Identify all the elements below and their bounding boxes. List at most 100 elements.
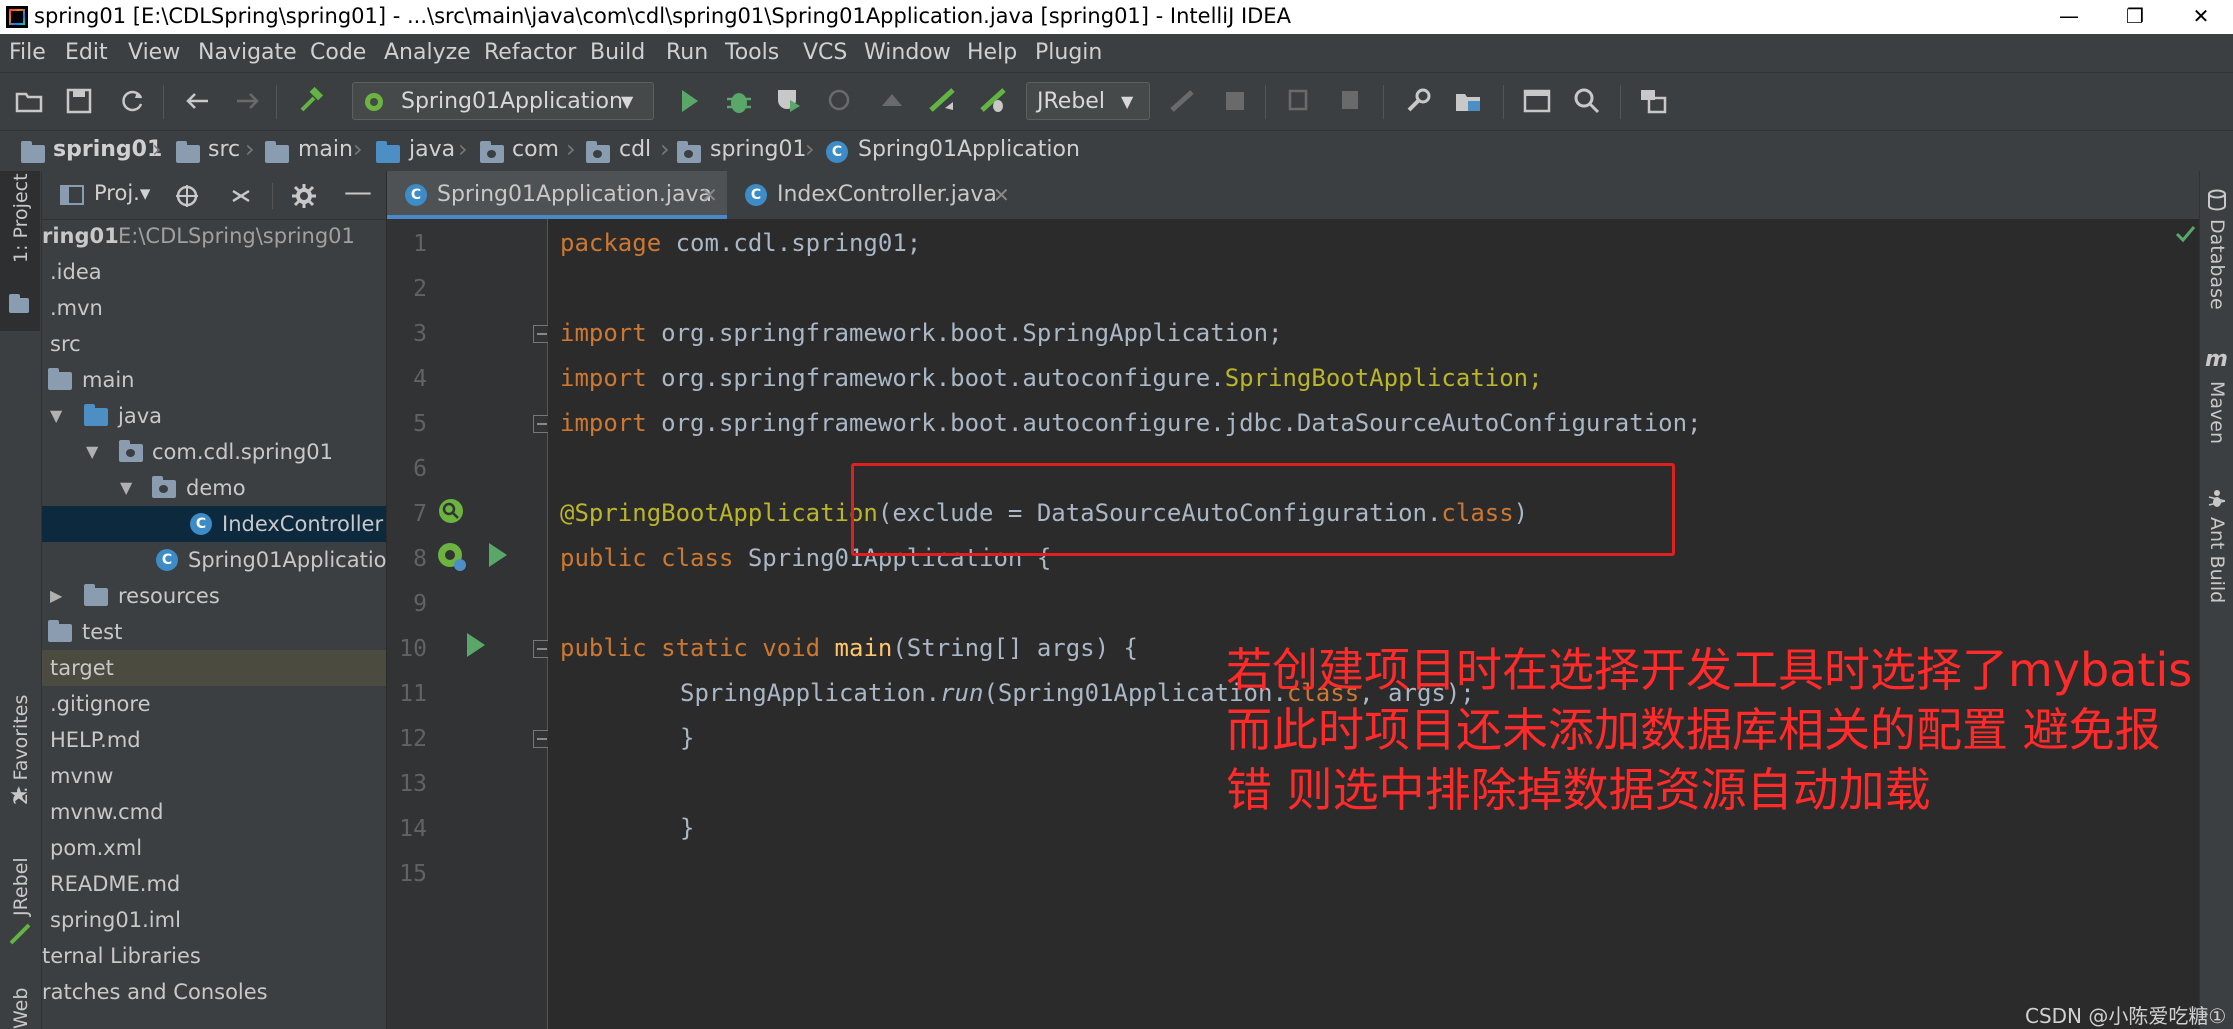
run-configuration-dropdown[interactable]: Spring01Application ▼: [352, 82, 654, 120]
tree-item-readme-md[interactable]: README.md: [42, 866, 386, 902]
open-folder-icon[interactable]: [14, 86, 44, 116]
breadcrumb-item-class[interactable]: Spring01Application: [858, 137, 1080, 162]
tree-item-external-libraries[interactable]: ternal Libraries: [42, 938, 386, 974]
menu-plugin[interactable]: Plugin: [1035, 40, 1102, 65]
close-window-button[interactable]: ✕: [2168, 0, 2233, 34]
collapse-all-icon[interactable]: [228, 183, 254, 209]
tree-item-mvn[interactable]: .mvn: [42, 290, 386, 326]
menu-window[interactable]: Window: [864, 40, 951, 65]
inspection-ok-check-icon[interactable]: [2174, 223, 2196, 245]
tree-item-root[interactable]: ring01 E:\CDLSpring\spring01: [42, 218, 386, 254]
menu-run[interactable]: Run: [666, 40, 708, 65]
menu-view[interactable]: View: [128, 40, 180, 65]
tree-item-main[interactable]: main: [42, 362, 386, 398]
tree-item-package-spring01[interactable]: ▼ com.cdl.spring01: [42, 434, 386, 470]
jrebel-dropdown[interactable]: JRebel ▼: [1026, 82, 1150, 120]
code-editor[interactable]: package com.cdl.spring01; import org.spr…: [548, 219, 2199, 1029]
minimize-button[interactable]: —: [2036, 0, 2102, 34]
terminal-window-icon[interactable]: [1522, 86, 1552, 116]
breadcrumb-item-java[interactable]: java: [409, 137, 455, 162]
coverage-icon[interactable]: [774, 86, 804, 116]
package-icon: [480, 141, 504, 163]
code-text: SpringApplication.: [680, 679, 941, 707]
right-tool-stripe: Database m Maven Ant Build: [2199, 171, 2233, 1029]
back-arrow-icon[interactable]: [182, 86, 212, 116]
tool-window-web[interactable]: Web: [10, 988, 32, 1029]
tree-item-scratches[interactable]: ratches and Consoles: [42, 974, 386, 1010]
restore-button[interactable]: ❐: [2102, 0, 2168, 34]
tree-item-java[interactable]: ▼ java: [42, 398, 386, 434]
tool-window-project[interactable]: 1: Project: [10, 173, 32, 263]
gear-icon[interactable]: [290, 182, 318, 210]
debug-icon[interactable]: [724, 86, 754, 116]
expand-arrow-icon[interactable]: ▶: [50, 578, 62, 614]
tree-item-pom-xml[interactable]: pom.xml: [42, 830, 386, 866]
breadcrumb-item-spring01-package[interactable]: spring01: [710, 137, 807, 162]
breadcrumb-separator: ›: [566, 135, 576, 163]
hide-panel-icon[interactable]: —: [344, 175, 372, 208]
tool-window-database[interactable]: Database: [2206, 219, 2228, 310]
project-structure-icon[interactable]: [1453, 86, 1483, 116]
run-gutter-icon[interactable]: [467, 633, 485, 657]
menu-tools[interactable]: Tools: [725, 40, 779, 65]
intellij-logo-icon: [6, 6, 28, 28]
presentation-icon[interactable]: [1638, 86, 1668, 116]
menu-file[interactable]: File: [9, 40, 46, 65]
tree-item-mvnw-cmd[interactable]: mvnw.cmd: [42, 794, 386, 830]
menu-edit[interactable]: Edit: [65, 40, 108, 65]
tree-item-gitignore[interactable]: .gitignore: [42, 686, 386, 722]
run-gutter-icon[interactable]: [489, 543, 507, 567]
sync-icon[interactable]: [117, 86, 147, 116]
expand-arrow-icon[interactable]: ▼: [120, 470, 132, 506]
tree-item-test[interactable]: test: [42, 614, 386, 650]
close-icon[interactable]: ✕: [993, 171, 1010, 219]
menu-code[interactable]: Code: [310, 40, 366, 65]
expand-arrow-icon[interactable]: ▼: [86, 434, 98, 470]
run-icon[interactable]: [674, 86, 704, 116]
tool-window-jrebel[interactable]: JRebel: [10, 857, 32, 916]
toolbar-separator: [1620, 85, 1621, 119]
breadcrumb-item-src[interactable]: src: [208, 137, 240, 162]
tree-item-mvnw[interactable]: mvnw: [42, 758, 386, 794]
tree-item-target[interactable]: target: [42, 650, 386, 686]
menu-bar: File Edit View Navigate Code Analyze Ref…: [0, 34, 2233, 72]
tool-window-maven[interactable]: Maven: [2206, 381, 2228, 444]
project-view-selector[interactable]: Proj.▾: [94, 181, 150, 205]
build-hammer-icon[interactable]: [296, 86, 326, 116]
forward-arrow-icon[interactable]: [233, 86, 263, 116]
tree-item-help-md[interactable]: HELP.md: [42, 722, 386, 758]
jrebel-run-icon[interactable]: [927, 86, 957, 116]
expand-arrow-icon[interactable]: ▼: [50, 398, 62, 434]
tab-index-controller[interactable]: C IndexController.java ✕: [729, 171, 1019, 219]
search-icon[interactable]: [1572, 86, 1602, 116]
code-line: public static void main(String[] args) {: [560, 634, 1138, 662]
tree-item-src[interactable]: src: [42, 326, 386, 362]
tree-item-spring01-application[interactable]: C Spring01Application: [42, 542, 386, 578]
tree-item-idea[interactable]: .idea: [42, 254, 386, 290]
breadcrumb-item-main[interactable]: main: [298, 137, 353, 162]
jrebel-debug-icon[interactable]: [978, 86, 1008, 116]
folder-icon: [265, 141, 289, 163]
menu-help[interactable]: Help: [967, 40, 1017, 65]
locate-target-icon[interactable]: [174, 183, 200, 209]
menu-build[interactable]: Build: [590, 40, 645, 65]
close-icon[interactable]: ✕: [701, 171, 718, 219]
menu-analyze[interactable]: Analyze: [384, 40, 471, 65]
settings-wrench-icon[interactable]: [1403, 86, 1433, 116]
tree-item-index-controller[interactable]: C IndexController: [42, 506, 386, 542]
menu-refactor[interactable]: Refactor: [484, 40, 576, 65]
tree-item-spring01-iml[interactable]: spring01.iml: [42, 902, 386, 938]
tree-item-demo[interactable]: ▼ demo: [42, 470, 386, 506]
tool-window-ant-build[interactable]: Ant Build: [2206, 517, 2228, 603]
menu-navigate[interactable]: Navigate: [198, 40, 297, 65]
spring-bean-gutter-icon[interactable]: [435, 495, 467, 527]
tab-spring01-application[interactable]: C Spring01Application.java ✕: [387, 171, 727, 219]
breadcrumb-item-cdl[interactable]: cdl: [619, 137, 651, 162]
tree-item-resources[interactable]: ▶ resources: [42, 578, 386, 614]
menu-vcs[interactable]: VCS: [803, 40, 847, 65]
spring-boot-gutter-icon[interactable]: [435, 540, 469, 574]
breadcrumb-item-com[interactable]: com: [512, 137, 559, 162]
save-icon[interactable]: [64, 86, 94, 116]
breadcrumb-item-spring01[interactable]: spring01: [53, 137, 162, 162]
keyword: public static void: [560, 634, 835, 662]
